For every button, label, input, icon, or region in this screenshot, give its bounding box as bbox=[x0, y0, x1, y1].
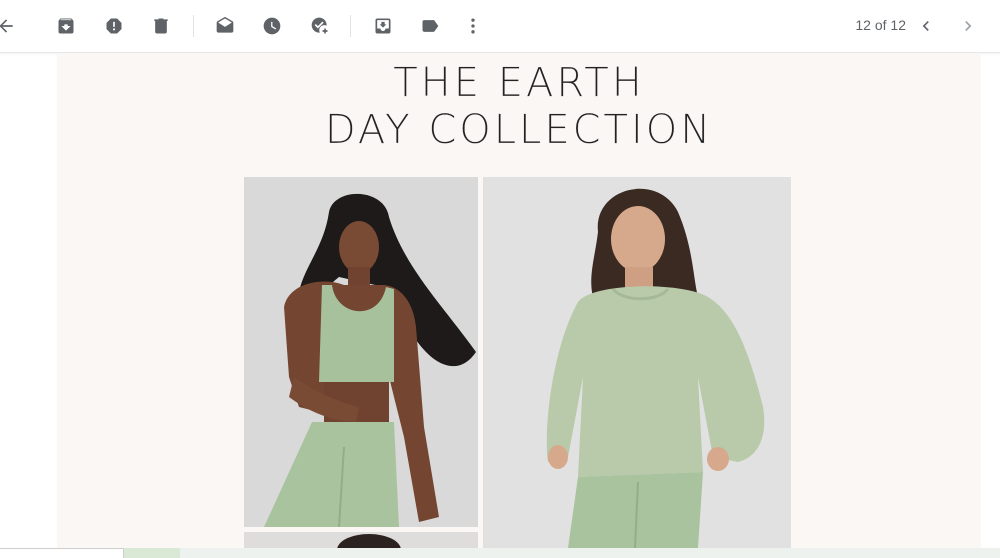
delete-icon[interactable] bbox=[149, 14, 173, 38]
snooze-icon[interactable] bbox=[260, 14, 284, 38]
next-product-photo[interactable] bbox=[244, 532, 478, 548]
archive-icon[interactable] bbox=[54, 14, 78, 38]
email-content: THE EARTH DAY COLLECTION bbox=[57, 53, 981, 548]
model-in-green-sweatshirt-photo[interactable] bbox=[483, 177, 791, 548]
report-spam-icon[interactable] bbox=[102, 14, 126, 38]
more-icon[interactable] bbox=[461, 14, 485, 38]
bottom-tab bbox=[0, 548, 124, 558]
model-in-green-sports-bra-photo[interactable] bbox=[244, 177, 478, 527]
headline-line-2: DAY COLLECTION bbox=[324, 107, 714, 153]
move-to-icon[interactable] bbox=[371, 14, 395, 38]
label-icon[interactable] bbox=[418, 14, 442, 38]
toolbar-divider bbox=[193, 15, 194, 37]
headline-line-1: THE EARTH bbox=[393, 60, 645, 106]
chevron-left-icon[interactable] bbox=[914, 14, 938, 38]
mark-unread-icon[interactable] bbox=[213, 14, 237, 38]
email-toolbar: 12 of 12 bbox=[0, 0, 1000, 53]
toolbar-divider bbox=[350, 15, 351, 37]
chevron-right-icon[interactable] bbox=[956, 14, 980, 38]
add-to-tasks-icon[interactable] bbox=[308, 14, 332, 38]
pager-count: 12 of 12 bbox=[855, 17, 906, 33]
back-arrow-icon[interactable] bbox=[0, 14, 18, 38]
bottom-strip bbox=[0, 548, 1000, 558]
